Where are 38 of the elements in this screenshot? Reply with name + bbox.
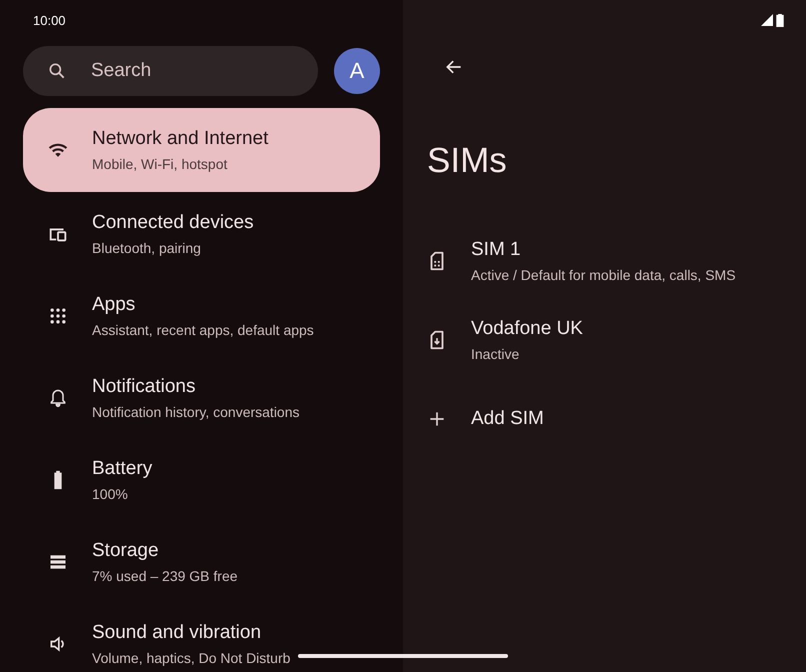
item-subtitle: 100% — [92, 486, 129, 502]
item-subtitle: Notification history, conversations — [92, 404, 300, 420]
item-title: Battery — [92, 458, 152, 480]
status-time: 10:00 — [33, 12, 66, 28]
battery-icon — [776, 14, 784, 26]
item-subtitle: Assistant, recent apps, default apps — [92, 322, 314, 338]
sim-title: Vodafone UK — [471, 318, 583, 340]
item-title: Storage — [92, 540, 160, 562]
item-title: Network and Internet — [92, 128, 268, 150]
settings-item[interactable]: Network and Internet Mobile, Wi-Fi, hotspot — [23, 108, 380, 192]
page-title: SIMs — [427, 141, 508, 181]
item-subtitle: 7% used – 239 GB free — [92, 568, 238, 584]
settings-item[interactable]: Storage 7% used – 239 GB free — [23, 522, 380, 602]
sim-item[interactable]: Add SIM — [403, 379, 806, 458]
item-subtitle: Bluetooth, pairing — [92, 240, 202, 256]
bell-icon — [48, 388, 68, 408]
settings-item[interactable]: Notifications Notification history, conversations — [23, 358, 380, 438]
settings-item[interactable]: Apps Assistant, recent apps, default apps — [23, 276, 380, 356]
apps-grid-icon — [48, 306, 68, 326]
settings-item[interactable]: Connected devices Bluetooth, pairing — [23, 194, 380, 274]
avatar[interactable]: A — [334, 48, 380, 94]
item-title: Notifications — [92, 376, 196, 398]
item-subtitle: Mobile, Wi-Fi, hotspot — [92, 156, 228, 172]
search-icon — [47, 61, 67, 81]
signal-icon — [761, 14, 773, 26]
settings-item[interactable]: Sound and vibration Volume, haptics, Do Not Disturb — [23, 604, 380, 672]
sim-subtitle: Active / Default for mobile data, calls, SMS — [471, 266, 736, 282]
item-title: Sound and vibration — [92, 622, 262, 644]
sim-item[interactable]: Vodafone UK Inactive — [403, 300, 806, 379]
search-field[interactable]: Search — [23, 46, 318, 96]
sim-title: SIM 1 — [471, 238, 522, 260]
item-subtitle: Volume, haptics, Do Not Disturb — [92, 650, 290, 666]
sim-subtitle: Inactive — [471, 346, 520, 362]
item-title: Apps — [92, 294, 136, 316]
sim-title: Add SIM — [471, 408, 544, 430]
settings-item[interactable]: Battery 100% — [23, 440, 380, 520]
item-title: Connected devices — [92, 212, 254, 234]
sim-item[interactable]: SIM 1 Active / Default for mobile data, calls, SMS — [403, 221, 806, 300]
